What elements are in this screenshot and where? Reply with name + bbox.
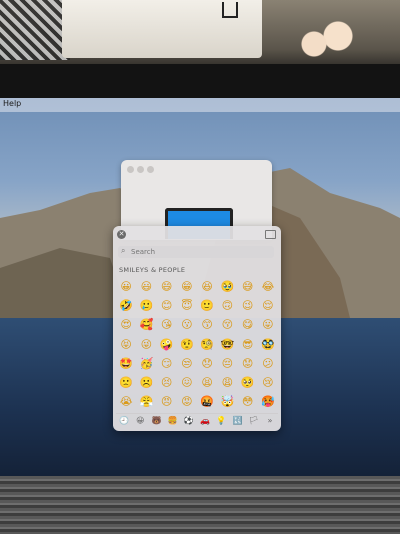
emoji[interactable]: 😣 (157, 376, 177, 390)
window-close-dot[interactable] (127, 166, 134, 173)
emoji[interactable]: 😡 (177, 395, 197, 409)
window-zoom-dot[interactable] (147, 166, 154, 173)
menu-help[interactable]: Help (3, 99, 21, 108)
emoji[interactable]: 😫 (197, 376, 217, 390)
emoji[interactable]: 😀 (116, 280, 136, 294)
emoji[interactable]: 🤯 (217, 395, 237, 409)
flags-tab-icon[interactable]: 🏳 (246, 416, 262, 428)
emoji[interactable]: 😖 (177, 376, 197, 390)
emoji[interactable]: 🤣 (116, 299, 136, 313)
emoji-picker: ✕ ⌕ SMILEYS & PEOPLE 😀 😃 😄 😁 😆 🥹 😅 😂 🤣 🥲… (113, 226, 281, 431)
emoji[interactable]: 😍 (116, 318, 136, 332)
emoji-row: 🤣 🥲 😊 😇 🙂 🙃 😉 😌 (116, 296, 278, 315)
smileys-tab-icon[interactable]: 😀 (132, 416, 148, 428)
emoji[interactable]: 🤓 (217, 338, 237, 352)
travel-tab-icon[interactable]: 🚗 (197, 416, 213, 428)
emoji[interactable]: 😉 (238, 299, 258, 313)
emoji-row: 😀 😃 😄 😁 😆 🥹 😅 😂 (116, 277, 278, 296)
emoji[interactable]: 😘 (157, 318, 177, 332)
emoji[interactable]: 🤪 (157, 338, 177, 352)
emoji[interactable]: 😎 (238, 338, 258, 352)
emoji-row: 🤩 🥳 😏 😒 😞 😔 😟 😕 (116, 354, 278, 373)
emoji[interactable]: 😞 (197, 357, 217, 371)
box-print (222, 2, 238, 18)
laptop-bezel (0, 64, 400, 100)
more-tab-icon[interactable]: » (262, 416, 278, 428)
emoji[interactable]: 🥺 (238, 376, 258, 390)
food-tab-icon[interactable]: 🍔 (165, 416, 181, 428)
emoji[interactable]: 😳 (238, 395, 258, 409)
emoji[interactable]: 😆 (197, 280, 217, 294)
candles (296, 20, 356, 60)
emoji[interactable]: 😕 (258, 357, 278, 371)
product-box (62, 0, 262, 58)
emoji[interactable]: 🥳 (136, 357, 156, 371)
activity-tab-icon[interactable]: ⚽ (181, 416, 197, 428)
search-icon: ⌕ (121, 246, 126, 255)
emoji[interactable]: 😄 (157, 280, 177, 294)
emoji-grid: 😀 😃 😄 😁 😆 🥹 😅 😂 🤣 🥲 😊 😇 🙂 🙃 😉 😌 😍 🥰 😘 😗 … (116, 277, 278, 412)
emoji[interactable]: 😭 (116, 395, 136, 409)
emoji[interactable]: 😠 (157, 395, 177, 409)
symbols-tab-icon[interactable]: 🔣 (229, 416, 245, 428)
emoji[interactable]: 😜 (136, 338, 156, 352)
emoji[interactable]: 😃 (136, 280, 156, 294)
emoji[interactable]: 😙 (197, 318, 217, 332)
emoji-row: 😝 😜 🤪 🤨 🧐 🤓 😎 🥸 (116, 335, 278, 354)
emoji[interactable]: 😚 (217, 318, 237, 332)
objects-tab-icon[interactable]: 💡 (213, 416, 229, 428)
emoji[interactable]: 😏 (157, 357, 177, 371)
emoji[interactable]: 😁 (177, 280, 197, 294)
emoji[interactable]: 😗 (177, 318, 197, 332)
emoji[interactable]: 🥰 (136, 318, 156, 332)
emoji[interactable]: 🥸 (258, 338, 278, 352)
emoji[interactable]: 🧐 (197, 338, 217, 352)
laptop-hinge (0, 476, 400, 534)
section-title: SMILEYS & PEOPLE (119, 266, 186, 274)
animals-tab-icon[interactable]: 🐻 (148, 416, 164, 428)
emoji[interactable]: 🙁 (116, 376, 136, 390)
emoji[interactable]: 😤 (136, 395, 156, 409)
emoji[interactable]: 😌 (258, 299, 278, 313)
category-tabs: 🕘 😀 🐻 🍔 ⚽ 🚗 💡 🔣 🏳 » (116, 413, 278, 428)
search-input[interactable] (131, 246, 271, 258)
emoji[interactable]: 😋 (238, 318, 258, 332)
close-icon[interactable]: ✕ (117, 230, 126, 239)
emoji[interactable]: 😊 (157, 299, 177, 313)
emoji[interactable]: 😛 (258, 318, 278, 332)
emoji[interactable]: 😔 (217, 357, 237, 371)
emoji[interactable]: 🥹 (217, 280, 237, 294)
emoji[interactable]: 😩 (217, 376, 237, 390)
emoji[interactable]: 😇 (177, 299, 197, 313)
menu-bar: Help (0, 98, 400, 112)
emoji[interactable]: 😒 (177, 357, 197, 371)
emoji[interactable]: 😂 (258, 280, 278, 294)
emoji-row: 😭 😤 😠 😡 🤬 🤯 😳 🥵 (116, 393, 278, 412)
emoji[interactable]: 🥵 (258, 395, 278, 409)
patterned-object (0, 0, 70, 60)
emoji-row: 😍 🥰 😘 😗 😙 😚 😋 😛 (116, 316, 278, 335)
emoji[interactable]: 🤬 (197, 395, 217, 409)
emoji[interactable]: 😅 (238, 280, 258, 294)
emoji[interactable]: ☹️ (136, 376, 156, 390)
search-field[interactable]: ⌕ (118, 246, 274, 258)
emoji[interactable]: 😢 (258, 376, 278, 390)
window-minimize-dot[interactable] (137, 166, 144, 173)
emoji[interactable]: 😝 (116, 338, 136, 352)
emoji[interactable]: 🤩 (116, 357, 136, 371)
emoji[interactable]: 😟 (238, 357, 258, 371)
emoji[interactable]: 🙂 (197, 299, 217, 313)
sidebar-toggle-icon[interactable] (265, 230, 276, 239)
emoji[interactable]: 🤨 (177, 338, 197, 352)
emoji[interactable]: 🥲 (136, 299, 156, 313)
emoji[interactable]: 🙃 (217, 299, 237, 313)
recent-tab-icon[interactable]: 🕘 (116, 416, 132, 428)
laptop-screen: Help ✕ ⌕ SMILEYS & PEOPLE 😀 😃 😄 😁 😆 🥹 😅 … (0, 98, 400, 476)
emoji-row: 🙁 ☹️ 😣 😖 😫 😩 🥺 😢 (116, 373, 278, 392)
